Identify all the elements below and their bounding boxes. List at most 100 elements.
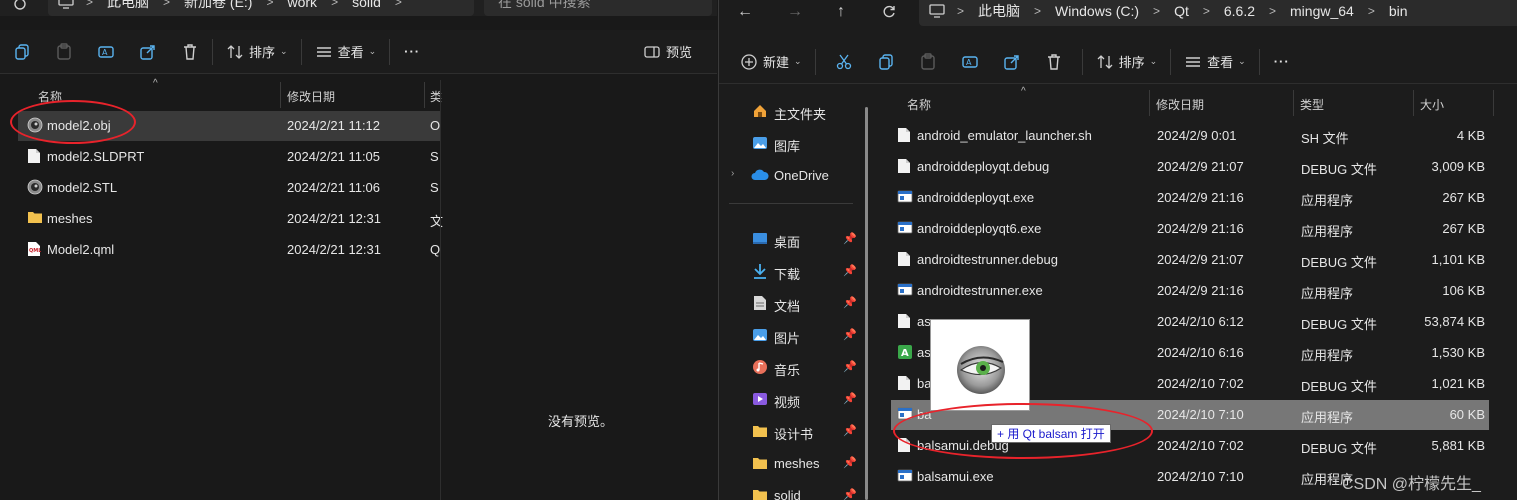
share-icon[interactable] (132, 36, 164, 68)
pin-icon[interactable]: 📌 (843, 392, 857, 405)
column-divider[interactable] (1413, 90, 1414, 116)
paste-icon[interactable] (48, 36, 80, 68)
file-type: DEBUG 文件 (1301, 255, 1377, 270)
nav-item-videos[interactable]: 视频 📌 (719, 385, 859, 413)
folder-icon (751, 422, 769, 440)
crumb-drive-c[interactable]: Windows (C:) (1049, 3, 1145, 19)
more-options-button[interactable]: ··· (396, 36, 428, 68)
file-row[interactable]: meshes 2024/2/21 12:31 文 (18, 204, 443, 234)
nav-item-solid[interactable]: solid 📌 (719, 481, 859, 500)
svg-text:A: A (901, 348, 909, 359)
view-button[interactable]: 查看 ⌄ (308, 36, 384, 68)
column-header-name[interactable]: 名称 (907, 96, 931, 113)
nav-item-onedrive[interactable]: › OneDrive (719, 161, 859, 189)
file-row[interactable]: model2.STL 2024/2/21 11:06 S (18, 173, 440, 203)
delete-icon[interactable] (174, 36, 206, 68)
nav-item-home[interactable]: 主文件夹 (719, 97, 859, 125)
crumb-drive-e[interactable]: 新加卷 (E:) (178, 0, 258, 12)
toolbar-divider (814, 48, 816, 75)
share-icon[interactable] (996, 46, 1028, 78)
file-row[interactable]: balsamui.debug 2024/2/10 7:02 DEBUG 文件 5,88… (891, 431, 1489, 461)
file-icon (897, 313, 913, 331)
nav-item-pictures[interactable]: 图片 📌 (719, 321, 859, 349)
file-row[interactable]: model2.obj 2024/2/21 11:12 O (18, 111, 440, 141)
cut-icon[interactable] (828, 46, 860, 78)
forward-arrow-icon[interactable]: → (781, 0, 809, 24)
delete-icon[interactable] (1038, 46, 1070, 78)
file-row[interactable]: model2.SLDPRT 2024/2/21 11:05 S (18, 142, 440, 172)
nav-item-design[interactable]: 设计书 📌 (719, 417, 859, 445)
crumb-this-pc[interactable]: 此电脑 (101, 0, 155, 12)
column-header-type[interactable]: 类型 (1300, 96, 1324, 113)
nav-item-music[interactable]: 音乐 📌 (719, 353, 859, 381)
refresh-icon[interactable] (875, 0, 903, 24)
new-button[interactable]: 新建 ⌄ (733, 46, 809, 78)
view-button[interactable]: 查看 ⌄ (1177, 46, 1253, 78)
crumb-this-pc[interactable]: 此电脑 (972, 1, 1026, 21)
crumb-bin[interactable]: bin (1383, 3, 1414, 19)
column-header-modified[interactable]: 修改日期 (1156, 96, 1204, 113)
crumb-qt[interactable]: Qt (1168, 3, 1195, 19)
sort-button[interactable]: 排序 ⌄ (1089, 46, 1165, 78)
pin-icon[interactable]: 📌 (843, 328, 857, 341)
crumb-separator: > (1202, 4, 1210, 18)
crumb-mingw[interactable]: mingw_64 (1284, 3, 1360, 19)
refresh-icon[interactable] (6, 0, 34, 16)
file-type: DEBUG 文件 (1301, 441, 1377, 456)
nav-item-downloads[interactable]: 下载 📌 (719, 257, 859, 285)
file-row[interactable]: android_emulator_launcher.sh 2024/2/9 0:0… (891, 121, 1489, 151)
preview-pane-button[interactable]: 预览 (636, 36, 699, 68)
nav-item-meshes[interactable]: meshes 📌 (719, 449, 859, 477)
pin-icon[interactable]: 📌 (843, 360, 857, 373)
right-explorer-window: ← → ↑ > 此电脑 > Windows (C:) > Qt > 6.6.2 … (718, 0, 1517, 500)
column-divider[interactable] (280, 82, 281, 108)
nav-item-desktop[interactable]: 桌面 📌 (719, 225, 859, 253)
pin-icon[interactable]: 📌 (843, 456, 857, 469)
up-arrow-icon[interactable]: ↑ (827, 0, 855, 24)
left-search-input[interactable]: 在 solid 中搜索 (484, 0, 712, 16)
pin-icon[interactable]: 📌 (843, 424, 857, 437)
chevron-right-icon[interactable]: › (731, 168, 734, 179)
pin-icon[interactable]: 📌 (843, 488, 857, 500)
column-header-name[interactable]: 名称 (38, 88, 62, 105)
download-icon (751, 262, 769, 280)
crumb-version[interactable]: 6.6.2 (1218, 3, 1261, 19)
column-header-size[interactable]: 大小 (1420, 96, 1444, 113)
crumb-work[interactable]: work (282, 0, 324, 10)
file-row[interactable]: androidtestrunner.debug 2024/2/9 21:07 DEB… (891, 245, 1489, 275)
rename-icon[interactable]: A (954, 46, 986, 78)
column-header-modified[interactable]: 修改日期 (287, 88, 335, 105)
copy-icon[interactable] (870, 46, 902, 78)
pin-icon[interactable]: 📌 (843, 264, 857, 277)
column-divider[interactable] (1293, 90, 1294, 116)
file-type: 应用程序 (1301, 286, 1354, 301)
copy-icon[interactable] (6, 36, 38, 68)
file-row[interactable]: androidtestrunner.exe 2024/2/9 21:16 应用程序 1… (891, 276, 1489, 306)
pin-icon[interactable]: 📌 (843, 296, 857, 309)
nav-item-documents[interactable]: 文档 📌 (719, 289, 859, 317)
file-row[interactable]: androiddeployqt6.exe 2024/2/9 21:16 应用程序 26… (891, 214, 1489, 244)
more-options-button[interactable]: ··· (1266, 46, 1298, 78)
column-divider[interactable] (424, 82, 425, 108)
file-row[interactable]: androiddeployqt.debug 2024/2/9 21:07 DEBUG… (891, 152, 1489, 182)
pin-icon[interactable]: 📌 (843, 232, 857, 245)
left-breadcrumb[interactable]: > 此电脑 > 新加卷 (E:) > work > solid > (48, 0, 474, 16)
file-row[interactable]: androiddeployqt.exe 2024/2/9 21:16 应用程序 267… (891, 183, 1489, 213)
right-breadcrumb[interactable]: > 此电脑 > Windows (C:) > Qt > 6.6.2 > ming… (919, 0, 1517, 26)
chevron-down-icon: ⌄ (368, 46, 377, 56)
sort-button[interactable]: 排序 ⌄ (219, 36, 295, 68)
nav-scrollbar[interactable] (865, 107, 868, 500)
stl-file-icon (27, 179, 43, 197)
column-divider[interactable] (1149, 90, 1150, 116)
back-arrow-icon[interactable]: ← (731, 0, 759, 24)
paste-icon[interactable] (912, 46, 944, 78)
crumb-solid[interactable]: solid (346, 0, 387, 10)
rename-icon[interactable]: A (90, 36, 122, 68)
nav-item-gallery[interactable]: 图库 (719, 129, 859, 157)
column-divider[interactable] (1493, 90, 1494, 116)
balsam-eye-icon (957, 346, 1005, 394)
file-icon (897, 251, 913, 269)
crumb-separator: > (1153, 4, 1161, 18)
file-row[interactable]: QML Model2.qml 2024/2/21 12:31 Q (18, 235, 440, 265)
sort-icon (227, 44, 243, 59)
